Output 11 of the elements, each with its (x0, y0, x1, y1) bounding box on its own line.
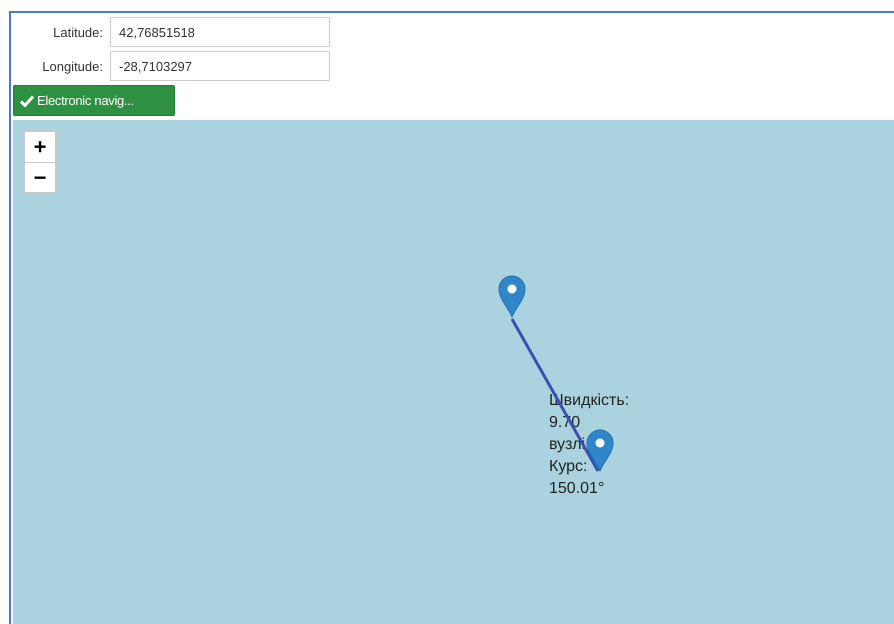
input-field[interactable]: -28,7103297 (110, 51, 330, 81)
route-label-line: Курс: (549, 457, 588, 477)
route-label-line: 150.01° (549, 479, 604, 499)
navigation-button[interactable]: Electronic navig... (13, 85, 175, 116)
map-pin-icon[interactable] (586, 430, 614, 472)
field-label: Latitude: (52, 24, 103, 40)
checkmark-icon (20, 94, 34, 106)
input-field[interactable]: 42,76851518 (110, 17, 330, 47)
field-label: Longitude: (41, 58, 103, 74)
map-pin-icon[interactable] (498, 276, 526, 318)
zoom-out-button[interactable]: − (25, 162, 55, 192)
